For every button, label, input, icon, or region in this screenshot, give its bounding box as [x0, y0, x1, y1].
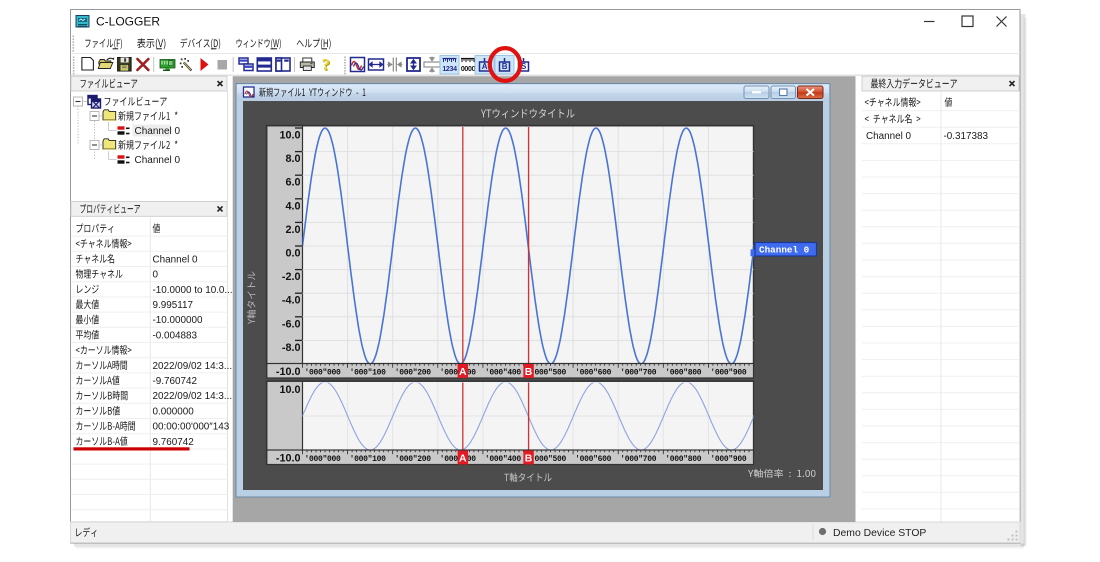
- svg-text:2022/09/02 14:3...: 2022/09/02 14:3...: [153, 361, 233, 372]
- svg-text:9.995117: 9.995117: [153, 300, 193, 311]
- svg-text:C-LOGGER: C-LOGGER: [96, 14, 160, 28]
- svg-text:'000″700: '000″700: [620, 455, 657, 464]
- svg-text:Demo Device STOP: Demo Device STOP: [833, 528, 926, 539]
- svg-text:'000″700: '000″700: [620, 369, 657, 378]
- svg-text:Channel 0: Channel 0: [759, 245, 810, 256]
- svg-text:Channel 0: Channel 0: [135, 126, 181, 137]
- svg-text:'000″900: '000″900: [710, 369, 747, 378]
- svg-text:A: A: [459, 453, 467, 465]
- svg-text:-9.760742: -9.760742: [153, 376, 197, 387]
- svg-text:2.0: 2.0: [285, 224, 300, 236]
- svg-text:A: A: [482, 62, 488, 71]
- svg-text:'000″000: '000″000: [305, 455, 342, 464]
- svg-text:0.0: 0.0: [285, 248, 300, 260]
- svg-text:-10.0000 to 10.0...: -10.0000 to 10.0...: [153, 285, 233, 296]
- svg-text:'000″500: '000″500: [530, 455, 567, 464]
- svg-text:10.0: 10.0: [279, 130, 300, 142]
- svg-text:0: 0: [153, 270, 159, 281]
- svg-text:Channel 0: Channel 0: [866, 131, 912, 142]
- svg-text:'000″500: '000″500: [530, 369, 567, 378]
- svg-text:4.0: 4.0: [285, 200, 300, 212]
- svg-text:A: A: [459, 366, 467, 378]
- svg-text:9.760742: 9.760742: [153, 437, 194, 448]
- svg-text:0.000000: 0.000000: [153, 406, 195, 417]
- svg-text:B: B: [525, 366, 533, 378]
- svg-text:8.0: 8.0: [285, 153, 300, 165]
- svg-text:1234: 1234: [442, 66, 457, 73]
- svg-text:'000″100: '000″100: [350, 455, 387, 464]
- svg-text:10.0: 10.0: [279, 384, 300, 396]
- svg-text:B: B: [502, 62, 508, 71]
- svg-text:-8.0: -8.0: [282, 342, 301, 354]
- svg-text:-2.0: -2.0: [282, 271, 301, 283]
- svg-text:Channel 0: Channel 0: [153, 254, 199, 265]
- svg-text:2022/09/02 14:3...: 2022/09/02 14:3...: [153, 391, 233, 402]
- svg-text:0000: 0000: [461, 66, 476, 73]
- svg-text:'000″000: '000″000: [305, 369, 342, 378]
- svg-text:?: ?: [322, 55, 330, 74]
- svg-text:'000″600: '000″600: [575, 455, 612, 464]
- svg-text:'000″400: '000″400: [485, 455, 522, 464]
- svg-text:'000″400: '000″400: [485, 369, 522, 378]
- svg-text:-0.317383: -0.317383: [944, 131, 989, 142]
- svg-text:'000″100: '000″100: [350, 369, 387, 378]
- svg-text:-4.0: -4.0: [282, 295, 301, 307]
- svg-text:'000″200: '000″200: [395, 369, 432, 378]
- svg-text:6.0: 6.0: [285, 177, 300, 189]
- svg-text:-0.004883: -0.004883: [153, 330, 198, 341]
- svg-text:B: B: [525, 453, 533, 465]
- svg-text:00:00:00'000″143: 00:00:00'000″143: [153, 422, 230, 433]
- svg-text:-6.0: -6.0: [282, 318, 301, 330]
- svg-text:-10.000000: -10.000000: [153, 315, 203, 326]
- svg-text:-10.0: -10.0: [276, 366, 301, 378]
- svg-text:'000″800: '000″800: [665, 455, 702, 464]
- svg-text:'000″800: '000″800: [665, 369, 702, 378]
- svg-text:-10.0: -10.0: [276, 452, 301, 464]
- svg-text:'000″200: '000″200: [395, 455, 432, 464]
- svg-text:Channel 0: Channel 0: [135, 155, 181, 166]
- svg-text:'000″900: '000″900: [710, 455, 747, 464]
- svg-text:'000″600: '000″600: [575, 369, 612, 378]
